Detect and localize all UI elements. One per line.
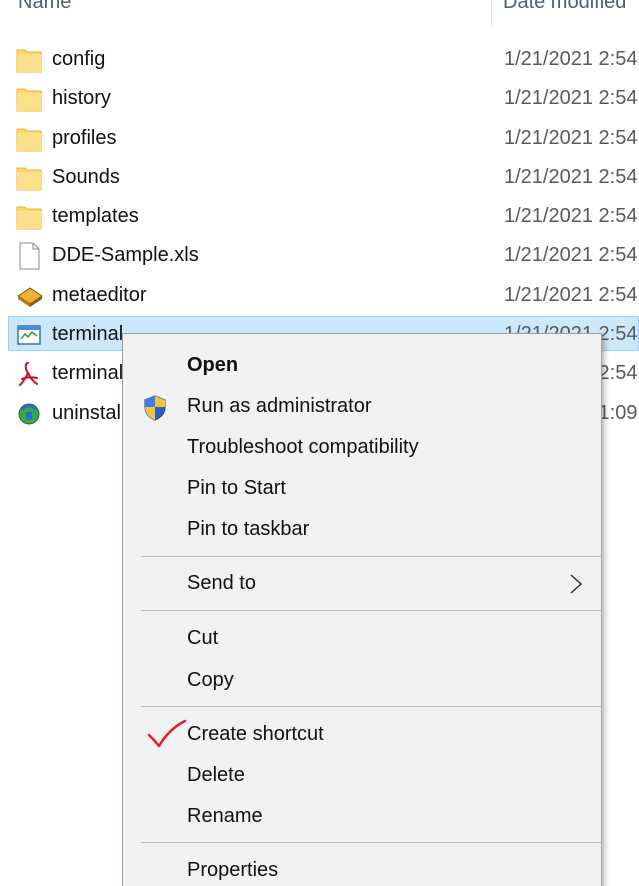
column-divider[interactable] <box>491 0 492 26</box>
document-icon <box>16 242 42 270</box>
uac-shield-icon <box>143 395 167 421</box>
terminal-app-icon <box>16 321 42 349</box>
file-row-profiles[interactable]: profiles 1/21/2021 2:54 <box>0 119 639 158</box>
menu-item-copy[interactable]: Copy <box>123 661 601 699</box>
file-row-sounds[interactable]: Sounds 1/21/2021 2:54 <box>0 158 639 197</box>
uninstall-icon <box>16 400 42 428</box>
menu-item-label: Pin to Start <box>187 477 286 499</box>
file-name: templates <box>52 205 139 228</box>
file-name: config <box>52 48 106 70</box>
menu-item-label: Send to <box>187 572 256 594</box>
file-date: 1/21/2021 2:54 <box>504 205 638 228</box>
menu-item-create-shortcut[interactable]: Create shortcut <box>123 715 601 753</box>
context-menu: Open Run as administrator Troubleshoot c… <box>122 333 602 886</box>
date-modified-column-header[interactable]: Date modified <box>503 0 626 14</box>
menu-item-run-as-administrator[interactable]: Run as administrator <box>123 387 601 425</box>
file-explorer-window: Name Date modified config 1/21/2021 2:54 <box>0 0 639 886</box>
file-row-config[interactable]: config 1/21/2021 2:54 <box>0 40 639 79</box>
menu-item-label: Delete <box>187 764 245 786</box>
menu-item-label: Cut <box>187 627 219 649</box>
file-date: 1/21/2021 2:54 <box>504 87 638 110</box>
folder-icon <box>16 203 42 231</box>
menu-separator <box>141 842 601 843</box>
name-column-header[interactable]: Name <box>18 0 71 14</box>
menu-item-properties[interactable]: Properties <box>123 851 601 886</box>
menu-item-pin-to-start[interactable]: Pin to Start <box>123 469 601 507</box>
folder-icon <box>16 164 42 192</box>
file-name: terminal <box>52 323 124 346</box>
file-name: DDE-Sample.xls <box>52 244 199 267</box>
menu-item-delete[interactable]: Delete <box>123 756 601 794</box>
file-row-metaeditor[interactable]: metaeditor 1/21/2021 2:54 <box>0 276 639 315</box>
file-date: 1/21/2021 2:54 <box>504 283 638 306</box>
file-row-history[interactable]: history 1/21/2021 2:54 <box>0 79 639 118</box>
chevron-right-icon <box>567 572 585 596</box>
menu-item-label: Open <box>187 354 239 376</box>
menu-item-label: Run as administrator <box>187 395 372 417</box>
file-row-templates[interactable]: templates 1/21/2021 2:54 <box>0 197 639 236</box>
file-date: 1/21/2021 2:54 <box>504 48 638 70</box>
menu-separator <box>141 556 601 557</box>
file-date: 1/21/2021 2:54 <box>504 126 638 149</box>
file-date: 1/21/2021 2:54 <box>504 244 638 267</box>
file-name: Sounds <box>52 165 120 188</box>
menu-item-rename[interactable]: Rename <box>123 797 601 835</box>
menu-item-troubleshoot-compatibility[interactable]: Troubleshoot compatibility <box>123 428 601 466</box>
column-header: Name Date modified <box>0 0 639 26</box>
menu-item-label: Properties <box>187 859 279 881</box>
file-row-dde-sample[interactable]: DDE-Sample.xls 1/21/2021 2:54 <box>0 236 639 275</box>
folder-icon <box>16 46 42 74</box>
folder-icon <box>16 85 42 113</box>
menu-item-cut[interactable]: Cut <box>123 619 601 657</box>
menu-item-label: Troubleshoot compatibility <box>187 436 419 458</box>
menu-item-label: Pin to taskbar <box>187 518 310 540</box>
file-name: terminal <box>52 362 124 385</box>
menu-item-label: Rename <box>187 805 263 827</box>
menu-item-label: Copy <box>187 669 234 691</box>
file-name: metaeditor <box>52 283 147 306</box>
pdf-icon <box>16 360 42 388</box>
file-date: 1/21/2021 2:54 <box>504 165 638 188</box>
menu-item-open[interactable]: Open <box>123 346 601 384</box>
file-name: history <box>52 87 111 110</box>
menu-item-label: Create shortcut <box>187 723 324 745</box>
folder-icon <box>16 125 42 153</box>
file-name: profiles <box>52 126 117 149</box>
menu-separator <box>141 706 601 707</box>
menu-separator <box>141 610 601 611</box>
file-name: uninstall <box>52 401 126 424</box>
menu-item-send-to[interactable]: Send to <box>123 564 601 602</box>
menu-item-pin-to-taskbar[interactable]: Pin to taskbar <box>123 510 601 548</box>
checkmark-icon <box>147 719 187 749</box>
metaeditor-app-icon <box>16 282 43 310</box>
